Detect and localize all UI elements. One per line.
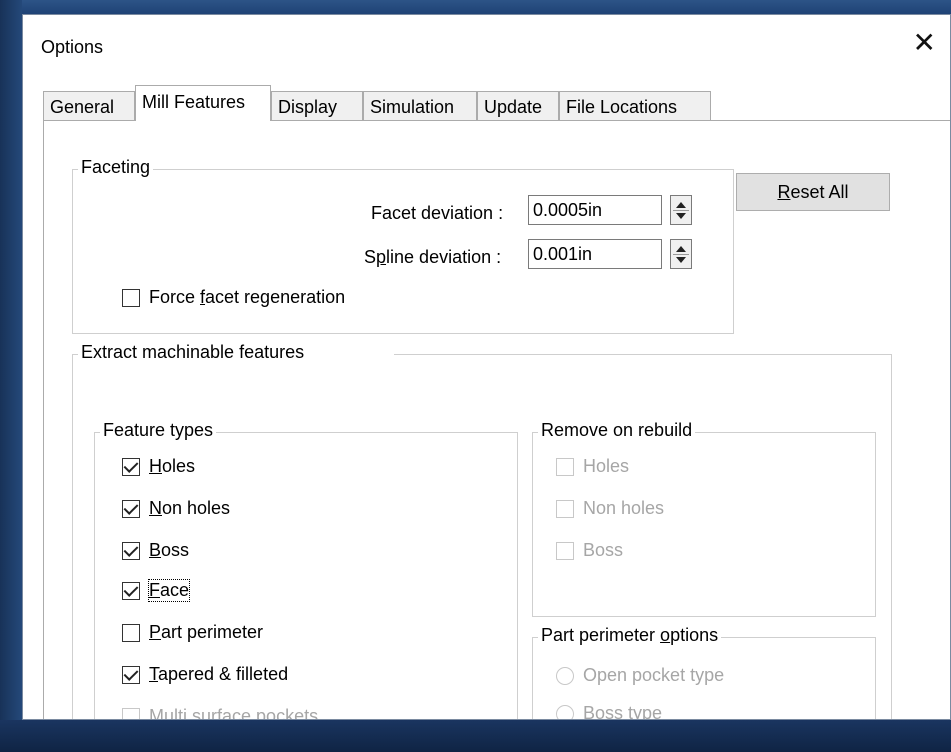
remove-boss-label: Boss: [583, 540, 624, 560]
feature-types-label: Feature types: [100, 420, 217, 441]
remove-boss-checkbox: [556, 542, 574, 560]
multi-surface-pockets-label: Multi surface pockets: [149, 706, 319, 720]
spinner-down-icon[interactable]: [676, 257, 686, 263]
tab-general[interactable]: General: [43, 91, 135, 121]
remove-non-holes-checkbox: [556, 500, 574, 518]
tab-display[interactable]: Display: [271, 91, 363, 121]
part-perimeter-options-label: Part perimeter options: [538, 625, 722, 646]
remove-holes-checkbox: [556, 458, 574, 476]
desktop-background-left: [0, 0, 22, 752]
remove-non-holes-label: Non holes: [583, 498, 665, 518]
tab-simulation[interactable]: Simulation: [363, 91, 477, 121]
spline-deviation-spinner[interactable]: [670, 239, 692, 269]
facet-deviation-label: Facet deviation :: [371, 203, 504, 223]
multi-surface-pockets-checkbox: [122, 708, 140, 719]
desktop-background-bottom: [0, 720, 951, 752]
remove-holes-label: Holes: [583, 456, 630, 476]
extract-features-label: Extract machinable features: [78, 342, 395, 363]
dialog-title: Options: [41, 37, 104, 57]
tapered-filleted-checkbox[interactable]: [122, 666, 140, 684]
holes-label: Holes: [149, 456, 196, 476]
spline-deviation-label: Spline deviation :: [364, 247, 502, 267]
desktop-background-top: [0, 0, 951, 14]
spinner-down-icon[interactable]: [676, 213, 686, 219]
face-label: Face: [147, 579, 191, 602]
remove-on-rebuild-label: Remove on rebuild: [538, 420, 696, 441]
holes-checkbox[interactable]: [122, 458, 140, 476]
spline-deviation-input[interactable]: 0.001in: [528, 239, 662, 269]
close-icon[interactable]: ✕: [913, 29, 936, 57]
spinner-up-icon[interactable]: [676, 202, 686, 208]
tab-mill-features[interactable]: Mill Features: [135, 85, 271, 121]
force-facet-regeneration-label: Force facet regeneration: [149, 287, 346, 307]
spinner-divider: [673, 254, 689, 255]
non-holes-checkbox[interactable]: [122, 500, 140, 518]
force-facet-regeneration-checkbox[interactable]: [122, 289, 140, 307]
part-perimeter-label: Part perimeter: [149, 622, 264, 642]
tapered-filleted-label: Tapered & filleted: [149, 664, 289, 684]
options-dialog: Options ✕ General Mill Features Display …: [22, 14, 951, 720]
boss-type-radio: [556, 705, 574, 719]
reset-all-button[interactable]: Reset All: [736, 173, 890, 211]
boss-label: Boss: [149, 540, 190, 560]
non-holes-label: Non holes: [149, 498, 231, 518]
spinner-up-icon[interactable]: [676, 246, 686, 252]
boss-checkbox[interactable]: [122, 542, 140, 560]
open-pocket-type-radio: [556, 667, 574, 685]
facet-deviation-spinner[interactable]: [670, 195, 692, 225]
tab-file-locations[interactable]: File Locations: [559, 91, 711, 121]
spinner-divider: [673, 210, 689, 211]
open-pocket-type-label: Open pocket type: [583, 665, 725, 685]
part-perimeter-checkbox[interactable]: [122, 624, 140, 642]
boss-type-label: Boss type: [583, 703, 663, 720]
mill-features-panel: Faceting Facet deviation : 0.0005in Spli…: [43, 120, 950, 720]
faceting-label: Faceting: [78, 157, 154, 178]
facet-deviation-input[interactable]: 0.0005in: [528, 195, 662, 225]
face-checkbox[interactable]: [122, 582, 140, 600]
tab-update[interactable]: Update: [477, 91, 559, 121]
